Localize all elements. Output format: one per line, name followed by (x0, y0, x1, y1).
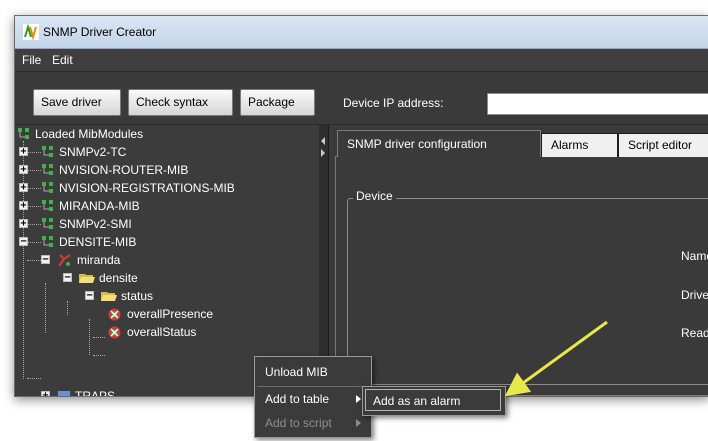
submenu-arrow-icon (356, 419, 361, 427)
window-title: SNMP Driver Creator (43, 25, 157, 39)
read-label: Read (681, 326, 708, 340)
app-icon (23, 24, 39, 40)
mib-module-icon (42, 236, 53, 247)
branch-icon (58, 254, 71, 267)
tab-alarms[interactable]: Alarms (541, 133, 618, 157)
device-group (347, 198, 708, 385)
add-to-table-label: Add to table (265, 392, 330, 406)
tab-script-editor[interactable]: Script editor (618, 133, 708, 157)
menu-bar: File Edit (15, 49, 708, 72)
mib-module-icon (42, 218, 53, 229)
driver-config-panel: SNMP driver configuration Alarms Script … (329, 125, 708, 396)
add-to-script-label: Add to script (265, 416, 332, 430)
unload-mib-label: Unload MIB (265, 365, 328, 379)
tree-module-label: SNMPv2-TC (59, 145, 127, 159)
tree-node-label: status (121, 289, 154, 303)
expand-icon[interactable]: + (19, 147, 28, 157)
folder-open-icon (101, 292, 117, 301)
expand-icon[interactable]: + (19, 219, 28, 229)
expand-icon[interactable]: + (19, 165, 28, 175)
add-to-table-menu-item[interactable]: Add to table (255, 387, 369, 411)
folder-open-icon (79, 274, 95, 283)
title-bar: SNMP Driver Creator (15, 16, 708, 49)
expand-icon[interactable]: + (19, 201, 28, 211)
tab-snmp-driver-configuration[interactable]: SNMP driver configuration (337, 130, 541, 157)
tree-module-label: MIRANDA-MIB (59, 199, 140, 213)
mib-module-icon (18, 128, 29, 139)
collapse-icon[interactable]: − (63, 273, 72, 283)
menu-file[interactable]: File (22, 53, 41, 67)
menu-edit[interactable]: Edit (52, 53, 73, 67)
mib-module-icon (42, 182, 53, 193)
device-ip-label: Device IP address: (343, 96, 444, 110)
unload-mib-menu-item[interactable]: Unload MIB (255, 360, 369, 384)
device-ip-input[interactable] (487, 93, 708, 115)
toolbar: Save driver Check syntax Package Device … (15, 72, 708, 125)
expand-icon[interactable]: + (41, 391, 50, 396)
add-to-script-menu-item: Add to script (255, 411, 369, 435)
mib-object-icon (108, 308, 121, 321)
tree-node-label: densite (99, 271, 138, 285)
submenu-arrow-icon (356, 395, 361, 403)
tree-leaf-label: overallPresence (127, 307, 214, 321)
mib-module-icon (42, 200, 53, 211)
collapse-icon[interactable]: − (19, 237, 28, 247)
collapse-icon[interactable]: − (41, 255, 50, 265)
tree-module-label: NVISION-REGISTRATIONS-MIB (59, 181, 235, 195)
device-group-legend: Device (353, 189, 396, 203)
tree-node-label: miranda (77, 253, 121, 267)
add-as-alarm-menu-item[interactable]: Add as an alarm (365, 389, 501, 411)
name-label: Name (681, 249, 708, 263)
traps-icon (58, 391, 70, 396)
tree-module-label: DENSITE-MIB (59, 235, 137, 249)
tree-context-menu: Unload MIB Add to table Add to script (254, 356, 372, 438)
tree-module-label: SNMPv2-SMI (59, 217, 132, 231)
collapse-right-icon[interactable] (321, 149, 325, 157)
tree-root-label: Loaded MibModules (35, 127, 144, 141)
driver-label: Driver (681, 288, 708, 302)
mib-module-icon (42, 146, 53, 157)
tree-module-label: NVISION-ROUTER-MIB (59, 163, 189, 177)
tree-node-label: TRAPS (75, 389, 116, 396)
mib-module-icon (42, 164, 53, 175)
mib-object-icon (108, 326, 121, 339)
tree-leaf-label: overallStatus (127, 325, 197, 339)
add-to-table-submenu: Add as an alarm (362, 386, 506, 416)
save-driver-button[interactable]: Save driver (33, 89, 121, 116)
collapse-left-icon[interactable] (321, 137, 325, 145)
expand-icon[interactable]: + (19, 183, 28, 193)
check-syntax-button[interactable]: Check syntax (128, 89, 233, 116)
collapse-icon[interactable]: − (85, 291, 94, 301)
package-button[interactable]: Package (240, 89, 315, 116)
snmp-driver-creator-window: SNMP Driver Creator File Edit Save drive… (14, 15, 708, 397)
